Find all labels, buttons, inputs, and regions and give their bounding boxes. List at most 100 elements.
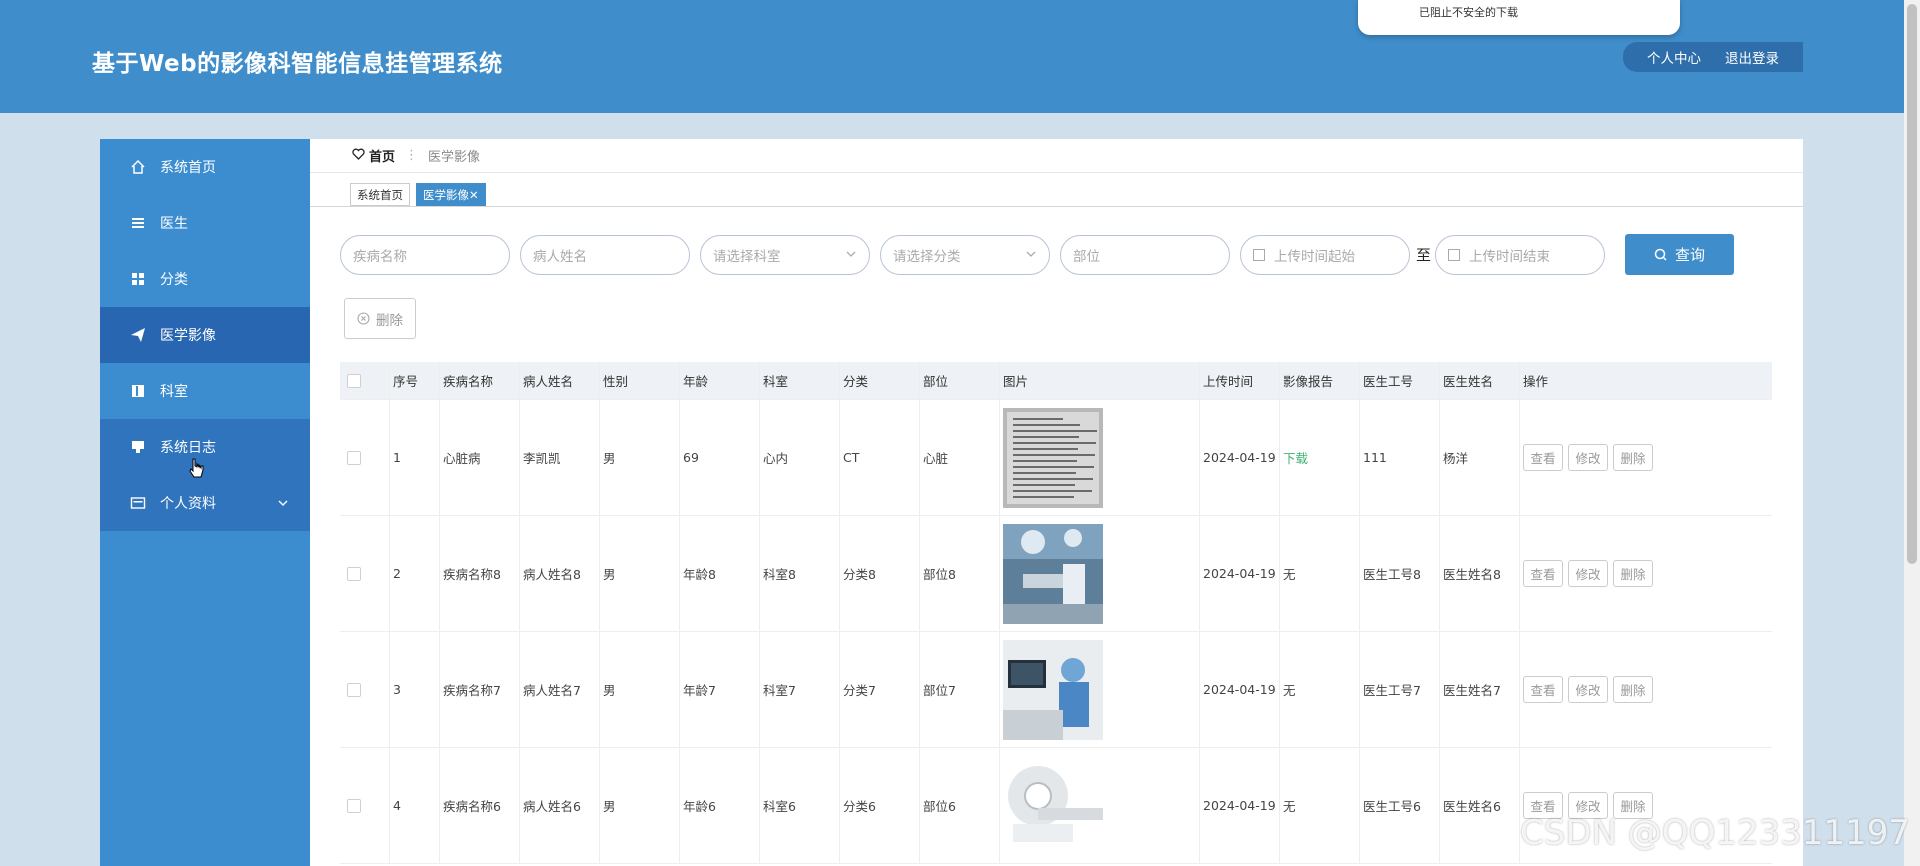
- edit-button[interactable]: 修改: [1568, 560, 1608, 587]
- cell-no: 3: [390, 632, 440, 747]
- cell-category: 分类7: [840, 632, 920, 747]
- cell-patient: 病人姓名8: [520, 516, 600, 631]
- category-select[interactable]: 请选择分类: [880, 234, 1050, 275]
- download-report-link[interactable]: 下载: [1283, 448, 1308, 467]
- cell-text: 病人姓名7: [523, 683, 581, 698]
- cell-text: 2024-04-19: [1203, 798, 1276, 813]
- cell-text: CT: [843, 450, 860, 465]
- scrollbar-thumb[interactable]: [1907, 4, 1917, 564]
- cell-patient: 病人姓名7: [520, 632, 600, 747]
- cell-part: 部位7: [920, 632, 1000, 747]
- cell-report: 下载: [1280, 400, 1360, 515]
- logout-link[interactable]: 退出登录: [1725, 47, 1779, 67]
- row-delete-button[interactable]: 删除: [1613, 444, 1653, 471]
- tab-divider: [310, 206, 1803, 207]
- cell-text: 111: [1363, 450, 1387, 465]
- column-header: 分类: [840, 362, 920, 399]
- cell-text: 无: [1283, 683, 1296, 698]
- disease-name-input[interactable]: 疾病名称: [340, 234, 510, 275]
- cell-doc-name: 杨洋: [1440, 400, 1520, 515]
- cell-doc-id: 医生工号7: [1360, 632, 1440, 747]
- cell-dept: 科室7: [760, 632, 840, 747]
- cell-age: 年龄8: [680, 516, 760, 631]
- row-actions-cell: 查看 修改 删除: [1520, 516, 1772, 631]
- row-checkbox[interactable]: [347, 798, 361, 813]
- cell-text: 男: [603, 567, 616, 582]
- bulk-delete-label: 删除: [376, 312, 403, 329]
- operating-room-thumbnail[interactable]: [1003, 523, 1103, 624]
- breadcrumb-separator-icon: ⋮: [405, 148, 419, 163]
- row-checkbox[interactable]: [347, 450, 361, 465]
- cell-disease: 疾病名称6: [440, 748, 520, 863]
- column-header: 科室: [760, 362, 840, 399]
- view-button[interactable]: 查看: [1523, 444, 1563, 471]
- book-icon: [130, 383, 146, 399]
- sidebar-item-label: 系统日志: [160, 440, 216, 456]
- sidebar-item-doctor[interactable]: 医生: [100, 195, 310, 251]
- cell-text: 分类8: [843, 567, 876, 582]
- cell-text: 2024-04-19: [1203, 566, 1276, 581]
- row-delete-button[interactable]: 删除: [1613, 676, 1653, 703]
- monitor-icon: [130, 439, 146, 455]
- cell-text: 科室7: [763, 683, 796, 698]
- sidebar-item-category[interactable]: 分类: [100, 251, 310, 307]
- view-button[interactable]: 查看: [1523, 676, 1563, 703]
- cell-text: 医生姓名8: [1443, 567, 1501, 582]
- query-button[interactable]: 查询: [1625, 234, 1735, 275]
- part-input[interactable]: 部位: [1060, 234, 1230, 275]
- cell-text: 部位6: [923, 799, 956, 814]
- department-placeholder: 请选择科室: [713, 248, 781, 265]
- time-end-placeholder: 上传时间结束: [1469, 248, 1551, 265]
- patient-name-input[interactable]: 病人姓名: [520, 234, 690, 275]
- row-checkbox[interactable]: [347, 566, 361, 581]
- tab-system-home[interactable]: 系统首页: [350, 183, 410, 206]
- page-scrollbar[interactable]: [1904, 0, 1920, 866]
- sidebar-item-medical-image[interactable]: 医学影像: [100, 307, 310, 363]
- cell-part: 部位6: [920, 748, 1000, 863]
- cell-category: CT: [840, 400, 920, 515]
- row-checkbox[interactable]: [347, 682, 361, 697]
- cell-text: 科室8: [763, 567, 796, 582]
- ct-scanner-thumbnail[interactable]: [1003, 755, 1103, 856]
- cell-text: 69: [683, 450, 699, 465]
- cell-part: 部位8: [920, 516, 1000, 631]
- document-scan-thumbnail[interactable]: [1003, 407, 1103, 508]
- cell-report: 无: [1280, 516, 1360, 631]
- id-card-icon: [130, 495, 146, 511]
- sidebar-item-department[interactable]: 科室: [100, 363, 310, 419]
- cell-text: 部位8: [923, 567, 956, 582]
- sidebar-item-label: 医生: [160, 216, 188, 232]
- app-title: 基于Web的影像科智能信息挂管理系统: [92, 51, 503, 77]
- edit-button[interactable]: 修改: [1568, 676, 1608, 703]
- cell-gender: 男: [600, 400, 680, 515]
- image-cell: [1000, 400, 1200, 515]
- cell-age: 69: [680, 400, 760, 515]
- select-all-checkbox[interactable]: [347, 373, 361, 388]
- cell-part: 心脏: [920, 400, 1000, 515]
- column-header: 疾病名称: [440, 362, 520, 399]
- sidebar: 系统首页 医生 分类 医学影像 科室 系统日志 个人资料: [100, 139, 310, 866]
- tab-medical-image[interactable]: 医学影像✕: [416, 183, 486, 206]
- row-delete-button[interactable]: 删除: [1613, 560, 1653, 587]
- cell-text: 无: [1283, 799, 1296, 814]
- breadcrumb-home[interactable]: 首页: [369, 146, 395, 165]
- cell-category: 分类6: [840, 748, 920, 863]
- sidebar-item-home[interactable]: 系统首页: [100, 139, 310, 195]
- home-icon: [130, 159, 146, 175]
- personal-center-link[interactable]: 个人中心: [1647, 47, 1701, 67]
- doctor-at-monitor-thumbnail[interactable]: [1003, 639, 1103, 740]
- cell-disease: 疾病名称7: [440, 632, 520, 747]
- upload-time-start-input[interactable]: 上传时间起始: [1240, 234, 1410, 275]
- cell-text: 疾病名称8: [443, 567, 501, 582]
- time-start-placeholder: 上传时间起始: [1274, 248, 1355, 265]
- upload-time-end-input[interactable]: 上传时间结束: [1435, 234, 1606, 275]
- main-content: 首页 ⋮ 医学影像 系统首页 医学影像✕ 疾病名称 病人姓名 请选择科室 请选择…: [310, 139, 1803, 866]
- cell-doc-name: 医生姓名6: [1440, 748, 1520, 863]
- cell-time: 2024-04-19: [1200, 400, 1280, 515]
- cell-text: 心脏病: [443, 451, 481, 466]
- edit-button[interactable]: 修改: [1568, 444, 1608, 471]
- department-select[interactable]: 请选择科室: [700, 234, 870, 275]
- cell-text: 男: [603, 451, 616, 466]
- view-button[interactable]: 查看: [1523, 560, 1563, 587]
- bulk-delete-button[interactable]: 删除: [344, 298, 416, 339]
